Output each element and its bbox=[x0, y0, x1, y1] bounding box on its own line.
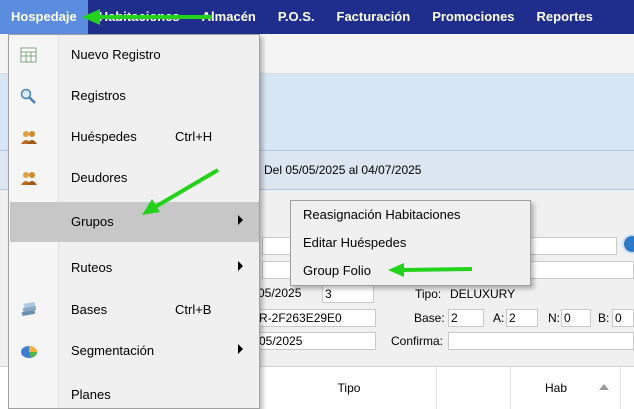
a-label: A: bbox=[493, 311, 505, 325]
sort-asc-icon bbox=[599, 384, 609, 390]
menu-item-grupos[interactable]: Grupos bbox=[10, 202, 259, 242]
menu-item-label: Nuevo Registro bbox=[71, 47, 161, 62]
submenu-item-reasignacion[interactable]: Reasignación Habitaciones bbox=[303, 207, 461, 222]
base-label: Base: bbox=[414, 311, 445, 325]
b-label: B: bbox=[598, 311, 610, 325]
people-icon bbox=[21, 131, 37, 144]
code-field[interactable]: R-2F263E29E0 bbox=[256, 309, 376, 327]
number-field[interactable]: 3 bbox=[322, 285, 374, 303]
n-label: N: bbox=[548, 311, 560, 325]
menu-reportes[interactable]: Reportes bbox=[526, 0, 604, 34]
n-field[interactable]: 0 bbox=[561, 309, 591, 327]
pie-chart-icon bbox=[21, 346, 37, 358]
a-field[interactable]: 2 bbox=[506, 309, 538, 327]
menu-promociones[interactable]: Promociones bbox=[421, 0, 525, 34]
menu-hospedaje[interactable]: Hospedaje bbox=[0, 0, 88, 34]
people-icon bbox=[21, 172, 37, 185]
menu-item-label: Deudores bbox=[71, 170, 128, 185]
stack-icon bbox=[21, 302, 37, 317]
tipo-value: DELUXURY bbox=[450, 287, 516, 301]
column-empty[interactable] bbox=[437, 367, 511, 409]
menu-item-label: Ruteos bbox=[71, 260, 113, 275]
spreadsheet-icon bbox=[20, 47, 37, 63]
column-hab-label: Hab bbox=[545, 381, 568, 395]
date-field-2[interactable]: 05/2025 bbox=[256, 332, 376, 350]
menu-item-shortcut: Ctrl+H bbox=[175, 129, 213, 144]
menu-item-label: Bases bbox=[71, 302, 108, 317]
menu-pos[interactable]: P.O.S. bbox=[267, 0, 326, 34]
menu-bar: Hospedaje Habitaciones Almacén P.O.S. Fa… bbox=[0, 0, 634, 34]
base-field[interactable]: 2 bbox=[448, 309, 484, 327]
menu-item-label: Grupos bbox=[71, 214, 114, 229]
menu-item-planes[interactable]: Planes bbox=[10, 375, 259, 409]
date-field-1[interactable]: 05/2025 bbox=[256, 285, 320, 303]
column-hab[interactable]: Hab bbox=[511, 367, 621, 409]
submenu-arrow-icon bbox=[238, 261, 243, 271]
menu-item-label: Segmentación bbox=[71, 343, 155, 358]
grupos-submenu: Reasignación Habitaciones Editar Huésped… bbox=[290, 200, 531, 286]
hospedaje-dropdown: Nuevo Registro Registros Huéspedes Ctrl+… bbox=[8, 34, 260, 409]
menu-facturacion[interactable]: Facturación bbox=[326, 0, 422, 34]
menu-item-shortcut: Ctrl+B bbox=[175, 302, 212, 317]
menu-item-ruteos[interactable]: Ruteos bbox=[10, 248, 259, 288]
menu-item-huespedes[interactable]: Huéspedes Ctrl+H bbox=[10, 117, 259, 157]
menu-item-label: Huéspedes bbox=[71, 129, 137, 144]
date-range-text: n Del 05/05/2025 al 04/07/2025 bbox=[254, 163, 422, 177]
menu-item-nuevo-registro[interactable]: Nuevo Registro bbox=[10, 35, 259, 75]
b-field[interactable]: 0 bbox=[612, 309, 634, 327]
submenu-arrow-icon bbox=[238, 215, 243, 225]
confirma-field[interactable] bbox=[448, 332, 634, 350]
column-tipo[interactable]: Tipo bbox=[262, 367, 437, 409]
confirma-label: Confirma: bbox=[391, 334, 444, 348]
menu-item-segmentacion[interactable]: Segmentación bbox=[10, 331, 259, 371]
menu-almacen[interactable]: Almacén bbox=[191, 0, 267, 34]
tipo-label: Tipo: bbox=[415, 287, 442, 301]
menu-item-label: Registros bbox=[71, 88, 126, 103]
menu-habitaciones[interactable]: Habitaciones bbox=[88, 0, 191, 34]
menu-item-bases[interactable]: Bases Ctrl+B bbox=[10, 290, 259, 330]
submenu-arrow-icon bbox=[238, 344, 243, 354]
menu-item-registros[interactable]: Registros bbox=[10, 76, 259, 116]
submenu-item-group-folio[interactable]: Group Folio bbox=[303, 263, 371, 278]
menu-item-deudores[interactable]: Deudores bbox=[10, 158, 259, 198]
magnifier-icon bbox=[20, 88, 36, 104]
submenu-item-editar-huespedes[interactable]: Editar Huéspedes bbox=[303, 235, 406, 250]
menu-item-label: Planes bbox=[71, 387, 111, 402]
